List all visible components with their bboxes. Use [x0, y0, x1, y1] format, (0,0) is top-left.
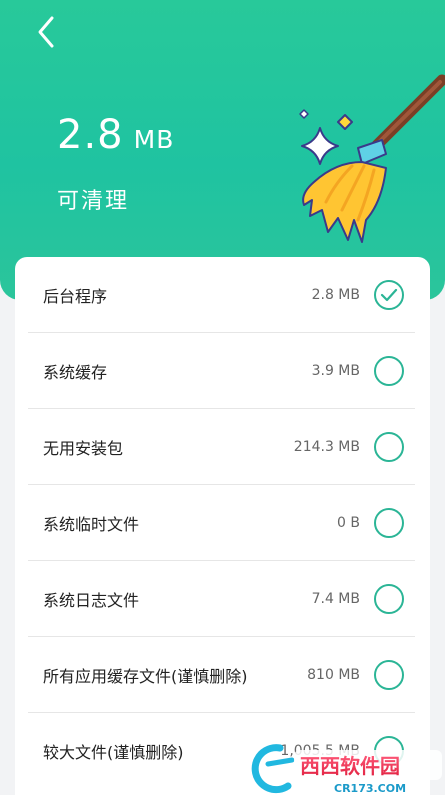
back-button[interactable] [28, 14, 64, 50]
size-value: 2.8 [57, 112, 124, 158]
item-label: 后台程序 [43, 287, 108, 306]
check-icon [380, 288, 398, 302]
item-size: 7.4 MB [311, 591, 360, 607]
list-item-log-files[interactable]: 系统日志文件 7.4 MB [15, 561, 430, 637]
list-item-system-cache[interactable]: 系统缓存 3.9 MB [15, 333, 430, 409]
chevron-left-icon [38, 16, 54, 48]
list-item-app-cache[interactable]: 所有应用缓存文件(谨慎删除) 810 MB [15, 637, 430, 713]
header-banner: 2.8 MB 可清理 [0, 0, 445, 300]
item-label: 系统临时文件 [43, 515, 140, 534]
item-checkbox[interactable] [374, 508, 404, 538]
item-label: 系统缓存 [43, 363, 108, 382]
size-unit: MB [133, 125, 175, 154]
item-label: 较大文件(谨慎删除) [43, 743, 184, 762]
item-label: 所有应用缓存文件(谨慎删除) [43, 667, 248, 686]
watermark-brand: 西西软件园 [300, 754, 400, 778]
item-label: 无用安装包 [43, 439, 124, 458]
cleanable-label: 可清理 [57, 189, 130, 214]
item-checkbox[interactable] [374, 356, 404, 386]
cleanable-size: 2.8 MB [57, 112, 174, 158]
list-item-temp-files[interactable]: 系统临时文件 0 B [15, 485, 430, 561]
list-item-background-apps[interactable]: 后台程序 2.8 MB [15, 257, 430, 333]
cleanup-list-card: 后台程序 2.8 MB 系统缓存 3.9 MB 无用安装包 214.3 MB 系… [15, 257, 430, 795]
item-checkbox[interactable] [374, 280, 404, 310]
watermark-logo: 西西软件园 CR173.COM [251, 744, 442, 795]
item-checkbox[interactable] [374, 660, 404, 690]
item-size: 0 B [337, 515, 360, 531]
item-size: 810 MB [307, 667, 360, 683]
item-checkbox[interactable] [374, 432, 404, 462]
broom-icon [299, 74, 445, 243]
item-size: 3.9 MB [311, 363, 360, 379]
item-size: 2.8 MB [311, 287, 360, 303]
list-item-unused-packages[interactable]: 无用安装包 214.3 MB [15, 409, 430, 485]
item-size: 214.3 MB [293, 439, 360, 455]
watermark-domain: CR173.COM [334, 782, 406, 795]
item-label: 系统日志文件 [43, 591, 140, 610]
item-checkbox[interactable] [374, 584, 404, 614]
